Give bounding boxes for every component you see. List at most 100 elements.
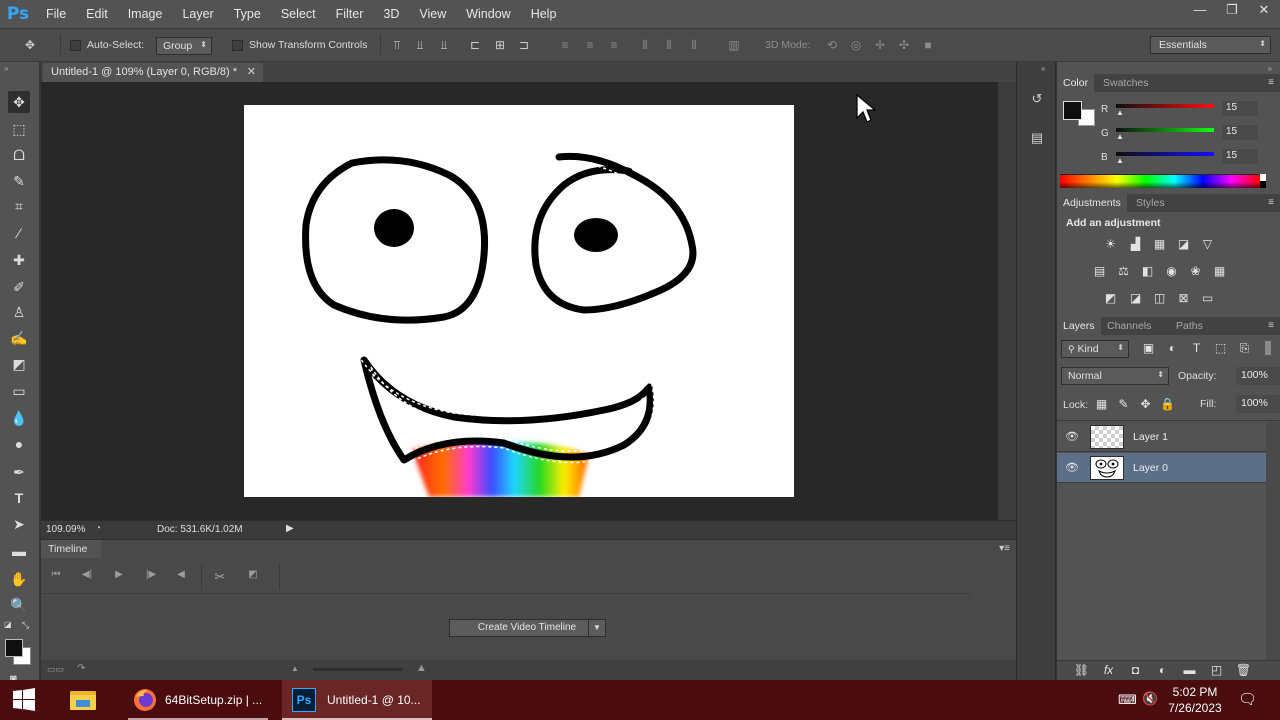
expand-panels-icon[interactable]: « <box>1041 64 1045 73</box>
threshold-icon[interactable]: ◫ <box>1151 290 1168 307</box>
properties-panel-icon[interactable]: ▤ <box>1027 128 1047 148</box>
lock-position-icon[interactable]: ✥ <box>1137 396 1154 413</box>
menu-image[interactable]: Image <box>118 0 173 28</box>
green-slider[interactable] <box>1116 128 1214 132</box>
align-right-icon[interactable]: ⊐ <box>516 37 532 53</box>
selective-color-icon[interactable]: ⊠ <box>1175 290 1192 307</box>
black-white-icon[interactable]: ◧ <box>1139 263 1156 280</box>
document-tab[interactable]: Untitled-1 @ 109% (Layer 0, RGB/8) * ✕ <box>43 63 263 82</box>
firefox-taskbar-button[interactable]: 64BitSetup.zip | ... <box>124 680 272 720</box>
status-info-icon[interactable]: ◔ <box>95 523 101 534</box>
menu-type[interactable]: Type <box>224 0 271 28</box>
layer-name[interactable]: Layer 0 <box>1133 462 1168 474</box>
rectangle-tool-icon[interactable]: ▬ <box>8 540 30 562</box>
filter-shape-icon[interactable]: ⬚ <box>1212 340 1229 357</box>
panel-menu-icon[interactable]: ≡ <box>1268 320 1274 331</box>
layer-row[interactable]: 👁 Layer 1 <box>1057 422 1266 452</box>
menu-edit[interactable]: Edit <box>76 0 118 28</box>
layer-filter-dropdown[interactable]: ⚲ Kind ⬍ <box>1061 340 1129 358</box>
link-layers-icon[interactable]: ⛓ <box>1073 662 1090 679</box>
volume-muted-icon[interactable]: 🔇 <box>1142 691 1158 707</box>
tab-channels[interactable]: Channels <box>1101 317 1157 335</box>
dodge-tool-icon[interactable]: ● <box>8 433 30 455</box>
crop-tool-icon[interactable]: ⌗ <box>8 195 30 217</box>
hand-tool-icon[interactable]: ✋ <box>8 568 30 590</box>
audio-mute-icon[interactable]: ◀ <box>172 569 190 585</box>
menu-window[interactable]: Window <box>456 0 520 28</box>
fill-field[interactable]: 100% <box>1236 395 1280 413</box>
gradient-tool-icon[interactable]: ▭ <box>8 380 30 402</box>
workspace-switcher[interactable]: Essentials ⬍ <box>1150 36 1271 54</box>
color-lookup-icon[interactable]: ▦ <box>1211 263 1228 280</box>
eye-icon[interactable]: 👁 <box>1065 430 1079 443</box>
history-panel-icon[interactable]: ↺ <box>1027 89 1047 109</box>
trash-icon[interactable]: 🗑 <box>1235 662 1252 679</box>
menu-file[interactable]: File <box>36 0 76 28</box>
eye-icon[interactable]: 👁 <box>1065 461 1079 474</box>
exposure-icon[interactable]: ◪ <box>1175 236 1192 253</box>
gradient-map-icon[interactable]: ▭ <box>1199 290 1216 307</box>
3d-scale-icon[interactable]: ■ <box>920 37 936 53</box>
blend-mode-dropdown[interactable]: Normal ⬍ <box>1061 367 1169 385</box>
layer-name[interactable]: Layer 1 <box>1133 431 1168 443</box>
distribute-hcenter-icon[interactable]: ⦀ <box>661 37 677 53</box>
channel-mixer-icon[interactable]: ❀ <box>1187 263 1204 280</box>
system-clock[interactable]: 5:02 PM 7/26/2023 <box>1165 684 1225 716</box>
notifications-icon[interactable]: 🗨 <box>1238 690 1257 708</box>
blue-slider[interactable] <box>1116 152 1214 156</box>
lock-transparent-icon[interactable]: ▦ <box>1093 396 1110 413</box>
auto-align-icon[interactable]: ▥ <box>726 37 742 53</box>
levels-icon[interactable]: ▟ <box>1127 236 1144 253</box>
convert-icon[interactable]: ↷ <box>77 663 85 674</box>
green-value[interactable]: 15 <box>1222 125 1258 140</box>
go-to-first-frame-icon[interactable]: ⏮ <box>47 569 65 585</box>
auto-select-checkbox[interactable] <box>70 40 81 51</box>
curves-icon[interactable]: ▦ <box>1151 236 1168 253</box>
collapse-tools-icon[interactable]: » <box>4 64 8 73</box>
history-brush-icon[interactable]: ✍ <box>8 327 30 349</box>
slider-thumb-icon[interactable]: ▲ <box>1116 132 1124 141</box>
panel-menu-icon[interactable]: ▾≡ <box>999 543 1010 554</box>
3d-roll-icon[interactable]: ◎ <box>848 37 864 53</box>
tab-swatches[interactable]: Swatches <box>1097 74 1155 92</box>
lasso-tool-icon[interactable]: ᗝ <box>8 144 30 166</box>
distribute-left-icon[interactable]: ⦀ <box>637 37 653 53</box>
timeline-tab[interactable]: Timeline <box>41 540 101 558</box>
3d-rotate-icon[interactable]: ⟲ <box>824 37 840 53</box>
rectangular-marquee-icon[interactable]: ⬚ <box>8 118 30 140</box>
align-hcenter-icon[interactable]: ⊞ <box>492 37 508 53</box>
filter-toggle[interactable] <box>1265 341 1271 355</box>
minimize-button[interactable]: — <box>1184 0 1216 20</box>
brush-tool-icon[interactable]: ✐ <box>8 276 30 298</box>
play-icon[interactable]: ▶ <box>110 569 128 585</box>
distribute-right-icon[interactable]: ⦀ <box>686 37 702 53</box>
layers-scrollbar[interactable] <box>1266 422 1280 660</box>
3d-slide-icon[interactable]: ✣ <box>896 37 912 53</box>
previous-frame-icon[interactable]: ◀| <box>78 569 96 585</box>
eraser-tool-icon[interactable]: ◩ <box>8 353 30 375</box>
photoshop-taskbar-button[interactable]: Ps Untitled-1 @ 10... <box>282 680 432 720</box>
fx-icon[interactable]: fx <box>1100 662 1117 679</box>
black-white-ramp[interactable] <box>1260 174 1266 188</box>
tab-color[interactable]: Color <box>1057 74 1095 92</box>
next-frame-icon[interactable]: |▶ <box>142 569 160 585</box>
chevron-down-icon[interactable]: ▼ <box>588 619 606 637</box>
type-tool-icon[interactable]: T <box>8 487 30 509</box>
filter-adjustment-icon[interactable]: ◐ <box>1164 340 1181 357</box>
photo-filter-icon[interactable]: ◉ <box>1163 263 1180 280</box>
posterize-icon[interactable]: ◪ <box>1127 290 1144 307</box>
file-explorer-button[interactable] <box>62 680 104 720</box>
zoom-in-timeline-icon[interactable]: ▲ <box>416 662 427 674</box>
zoom-tool-icon[interactable]: 🔍 <box>8 594 30 616</box>
color-spectrum-bar[interactable] <box>1060 174 1260 188</box>
distribute-top-icon[interactable]: ≡ <box>557 37 573 53</box>
slider-thumb-icon[interactable]: ▲ <box>1116 156 1124 165</box>
quick-selection-icon[interactable]: ✎ <box>8 170 30 192</box>
invert-icon[interactable]: ◩ <box>1102 290 1119 307</box>
zoom-out-timeline-icon[interactable]: ▲ <box>291 664 299 673</box>
hue-saturation-icon[interactable]: ▤ <box>1091 263 1108 280</box>
align-left-icon[interactable]: ⊏ <box>467 37 483 53</box>
menu-layer[interactable]: Layer <box>172 0 223 28</box>
color-balance-icon[interactable]: ⚖ <box>1115 263 1132 280</box>
swap-colors-icon[interactable]: ⤡ <box>22 620 29 631</box>
